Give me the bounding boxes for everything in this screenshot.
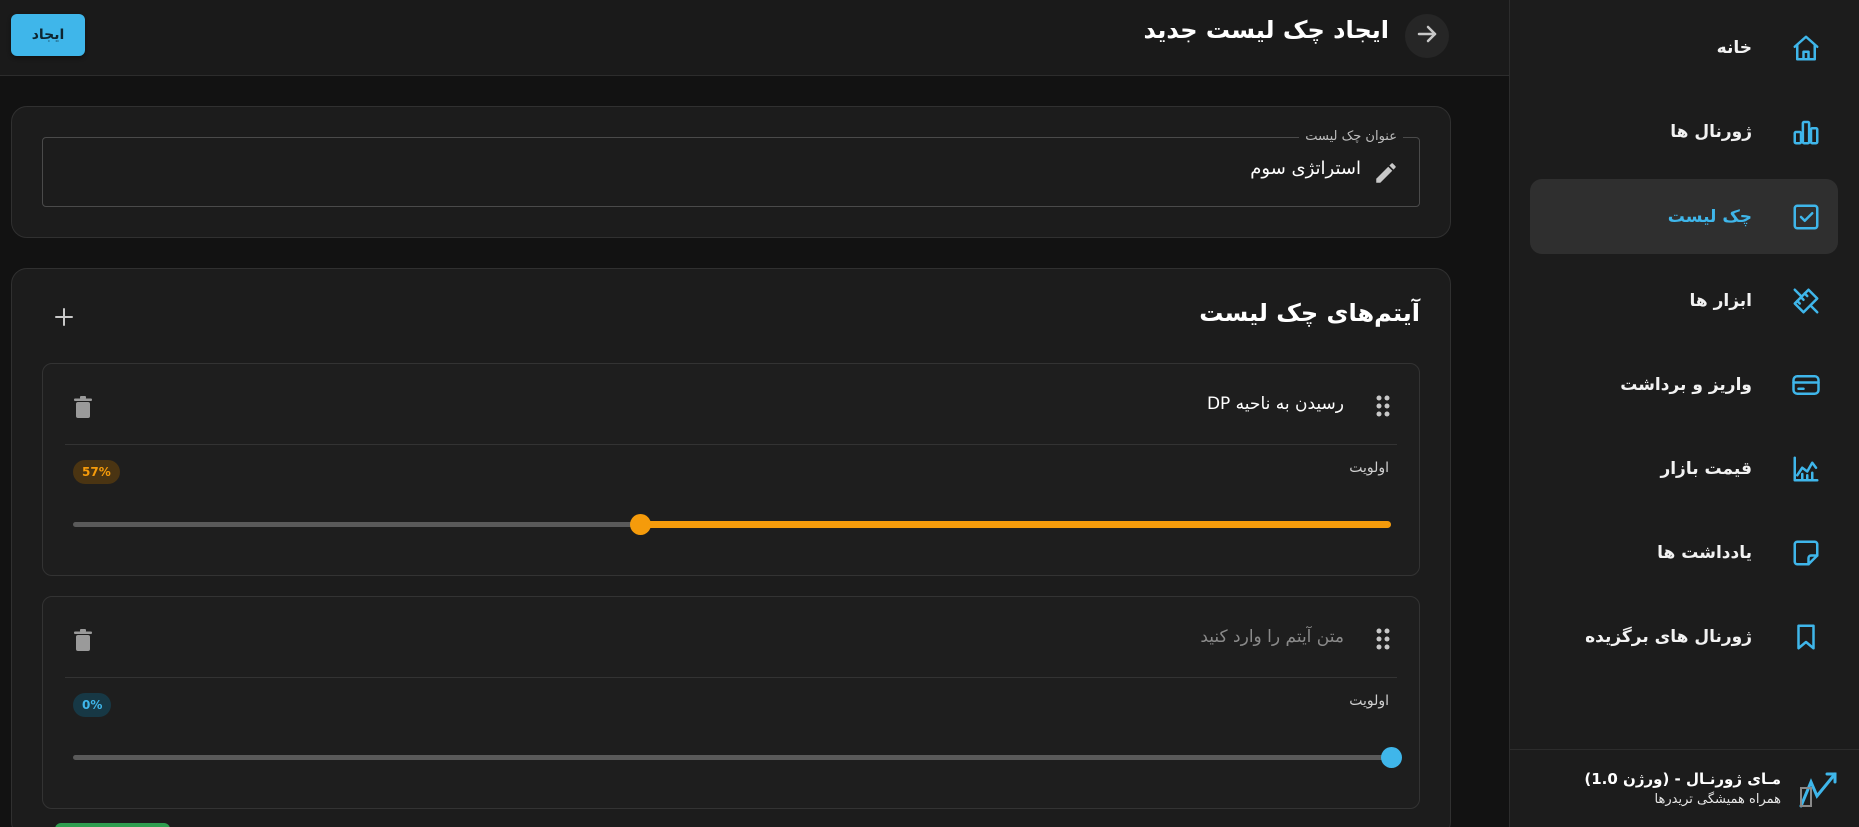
header: ایجاد ایجاد چک لیست جدید	[0, 0, 1509, 76]
title-card: عنوان چک لیست استراتژی سوم	[11, 106, 1451, 238]
footer-title: مـای ژورنـال - (ورژن 1.0)	[1584, 770, 1781, 788]
tools-icon	[1788, 283, 1824, 319]
priority-label: اولویت	[1349, 693, 1389, 709]
title-field[interactable]: عنوان چک لیست استراتژی سوم	[42, 129, 1420, 207]
slider-track	[73, 755, 1391, 760]
sidebar-item-journals[interactable]: ژورنال ها	[1530, 94, 1838, 169]
priority-badge: 57%	[73, 460, 120, 484]
bookmark-icon	[1788, 619, 1824, 655]
sidebar: خانه ژورنال ها چک لیست ابزار ها واریز و …	[1509, 0, 1859, 827]
sidebar-item-label: ژورنال های برگزیده	[1585, 626, 1752, 647]
item-divider	[65, 444, 1397, 445]
page-title: ایجاد چک لیست جدید	[1143, 16, 1389, 44]
sidebar-item-favorite-journals[interactable]: ژورنال های برگزیده	[1530, 599, 1838, 674]
trash-icon[interactable]	[73, 396, 93, 422]
slider-thumb[interactable]	[1381, 747, 1402, 768]
priority-slider[interactable]	[73, 514, 1391, 535]
pencil-icon	[1373, 160, 1399, 190]
bar-chart-icon	[1788, 114, 1824, 150]
add-icon[interactable]	[52, 305, 76, 333]
sidebar-item-deposit-withdraw[interactable]: واریز و برداشت	[1530, 347, 1838, 422]
sidebar-item-label: خانه	[1716, 37, 1752, 58]
note-icon	[1788, 535, 1824, 571]
sidebar-item-label: چک لیست	[1667, 206, 1752, 227]
sidebar-item-market-price[interactable]: قیمت بازار	[1530, 431, 1838, 506]
sidebar-item-label: ژورنال ها	[1670, 121, 1752, 142]
item-text-input[interactable]: رسیدن به ناحیه DP	[1207, 394, 1344, 414]
sidebar-item-tools[interactable]: ابزار ها	[1530, 263, 1838, 338]
app-logo-icon	[1795, 766, 1841, 812]
sidebar-item-notes[interactable]: یادداشت ها	[1530, 515, 1838, 590]
arrow-right-icon	[1415, 22, 1439, 50]
area-chart-icon	[1788, 451, 1824, 487]
sidebar-item-label: قیمت بازار	[1660, 458, 1752, 479]
priority-slider[interactable]	[73, 747, 1402, 768]
sidebar-item-label: یادداشت ها	[1657, 542, 1752, 563]
item-divider	[65, 677, 1397, 678]
slider-thumb[interactable]	[629, 514, 651, 535]
drag-handle-icon[interactable]	[1375, 394, 1391, 422]
slider-fill	[639, 521, 1391, 528]
sidebar-item-checklist[interactable]: چک لیست	[1530, 179, 1838, 254]
checklist-item: متن آیتم را وارد کنید اولویت 0%	[42, 596, 1420, 809]
priority-badge: 0%	[73, 693, 112, 717]
title-field-value[interactable]: استراتژی سوم	[1250, 158, 1361, 179]
trash-icon[interactable]	[73, 629, 93, 655]
save-button[interactable]	[55, 823, 170, 827]
checklist-items-card: آیتم‌های چک لیست رسیدن به ناحیه DP اولوی…	[11, 268, 1451, 827]
sidebar-item-home[interactable]: خانه	[1530, 10, 1838, 85]
home-icon	[1788, 30, 1824, 66]
title-field-label: عنوان چک لیست	[1299, 129, 1403, 144]
checklist-item: رسیدن به ناحیه DP اولویت 57%	[42, 363, 1420, 576]
sidebar-footer: مـای ژورنـال - (ورژن 1.0) همراه همیشگی ت…	[1509, 749, 1859, 827]
item-text-input[interactable]: متن آیتم را وارد کنید	[1200, 627, 1344, 647]
priority-label: اولویت	[1349, 460, 1389, 476]
sidebar-item-label: واریز و برداشت	[1620, 374, 1752, 395]
items-section-title: آیتم‌های چک لیست	[1199, 299, 1420, 327]
footer-text: مـای ژورنـال - (ورژن 1.0) همراه همیشگی ت…	[1584, 770, 1781, 807]
drag-handle-icon[interactable]	[1375, 627, 1391, 655]
create-button[interactable]: ایجاد	[11, 14, 85, 56]
back-button[interactable]	[1405, 14, 1449, 58]
credit-card-icon	[1788, 367, 1824, 403]
checkbox-icon	[1788, 199, 1824, 235]
sidebar-item-label: ابزار ها	[1689, 290, 1753, 311]
footer-subtitle: همراه همیشگی تریدرها	[1654, 792, 1781, 807]
